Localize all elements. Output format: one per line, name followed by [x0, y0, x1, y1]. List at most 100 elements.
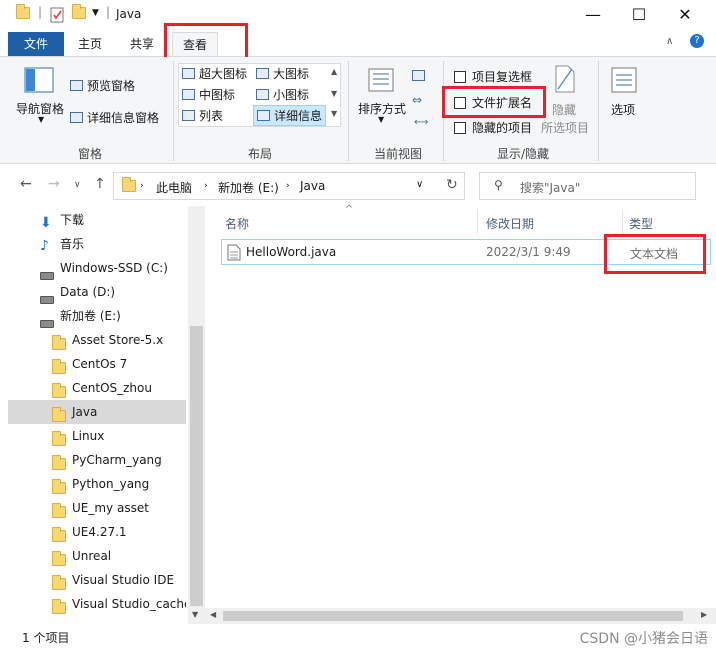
scrollbar-thumb[interactable]: [223, 611, 683, 621]
layout-label: 小图标: [273, 88, 310, 102]
layout-medium-icons[interactable]: 中图标: [182, 86, 235, 103]
checkbox[interactable]: [454, 122, 466, 134]
forward-arrow-icon[interactable]: →: [48, 176, 60, 192]
layout-label: 中图标: [199, 88, 236, 102]
item-checkboxes-toggle[interactable]: 项目复选框: [454, 68, 532, 85]
table-row[interactable]: HelloWord.java 2022/3/1 9:49 文本文档: [221, 239, 711, 265]
sidebar-item-label: Asset Store-5.x: [72, 333, 164, 347]
file-extensions-toggle[interactable]: 文件扩展名: [454, 94, 532, 111]
sidebar-item[interactable]: Visual Studio_cache: [8, 592, 186, 616]
music-icon: ♪: [40, 238, 49, 254]
tab-share[interactable]: 共享: [120, 32, 164, 56]
new-folder-icon[interactable]: [72, 4, 86, 23]
sidebar-item-label: Linux: [72, 429, 105, 443]
scroll-down-icon[interactable]: ▼: [331, 89, 337, 98]
sidebar-item[interactable]: UE_my asset: [8, 496, 186, 520]
hidden-items-toggle[interactable]: 隐藏的项目: [454, 119, 532, 136]
chevron-down-icon[interactable]: ▼: [378, 115, 384, 124]
properties-icon[interactable]: [50, 7, 64, 23]
title-bar: | ▼ | Java — ☐ ✕: [0, 0, 716, 30]
layout-details[interactable]: 详细信息: [253, 105, 327, 126]
preview-pane-button[interactable]: 预览窗格: [70, 77, 135, 94]
help-icon[interactable]: ?: [690, 34, 704, 48]
search-input[interactable]: ⚲ 搜索"Java": [479, 172, 696, 200]
content-scrollbar[interactable]: ◀ ▶: [205, 608, 716, 624]
address-dropdown-icon[interactable]: ∨: [416, 179, 423, 190]
layout-list[interactable]: 列表: [182, 107, 223, 124]
checkbox[interactable]: [454, 97, 466, 109]
add-columns-icon[interactable]: ⇔: [412, 93, 422, 107]
checkbox[interactable]: [454, 71, 466, 83]
sidebar-item[interactable]: Asset Store-5.x: [8, 328, 186, 352]
sidebar-item[interactable]: Data (D:): [8, 280, 186, 304]
group-by-icon[interactable]: [412, 69, 429, 83]
sidebar-item[interactable]: ⬇ 下载: [8, 208, 186, 232]
layout-small-icons[interactable]: 小图标: [256, 86, 309, 103]
chevron-right-icon[interactable]: ›: [286, 181, 290, 191]
chevron-down-icon[interactable]: ▼: [38, 115, 44, 124]
sidebar-item[interactable]: Visual Studio IDE: [8, 568, 186, 592]
sidebar-item[interactable]: Unreal: [8, 544, 186, 568]
column-header-type[interactable]: 类型: [629, 215, 653, 232]
sidebar-item[interactable]: Python_yang: [8, 472, 186, 496]
sidebar-item-label: Unreal: [72, 549, 112, 563]
maximize-button[interactable]: ☐: [616, 0, 662, 30]
sidebar-item[interactable]: UE4.27.1: [8, 520, 186, 544]
scroll-down-icon[interactable]: ▼: [192, 610, 198, 619]
hide-selected-button[interactable]: 隐藏: [552, 101, 576, 118]
scroll-up-icon[interactable]: ▲: [331, 67, 337, 76]
options-button[interactable]: 选项: [611, 101, 635, 118]
close-button[interactable]: ✕: [662, 0, 708, 30]
column-header-name[interactable]: 名称: [225, 215, 249, 232]
breadcrumb-drive-e[interactable]: 新加卷 (E:): [218, 179, 279, 196]
sidebar-item[interactable]: CentOs 7: [8, 352, 186, 376]
breadcrumb-java[interactable]: Java: [300, 179, 325, 193]
nav-scrollbar[interactable]: ▼: [188, 206, 205, 624]
sidebar-item[interactable]: PyCharm_yang: [8, 448, 186, 472]
separator: |: [38, 5, 43, 19]
sidebar-item[interactable]: Java: [8, 400, 186, 424]
customize-toolbar-icon[interactable]: ▼: [92, 8, 99, 18]
column-divider[interactable]: [622, 210, 623, 234]
chevron-right-icon[interactable]: ›: [204, 181, 208, 191]
text-file-icon: [227, 244, 241, 264]
breadcrumb-this-pc[interactable]: 此电脑: [156, 179, 192, 196]
recent-locations-icon[interactable]: ∨: [74, 180, 81, 190]
extra-large-icons-icon: [182, 68, 195, 79]
column-header-modified[interactable]: 修改日期: [486, 215, 534, 232]
sidebar-item[interactable]: Linux: [8, 424, 186, 448]
sidebar-item-label: 新加卷 (E:): [60, 309, 121, 323]
column-divider[interactable]: [477, 210, 478, 234]
scrollbar-thumb[interactable]: [190, 326, 203, 606]
hidden-items-label: 隐藏的项目: [472, 121, 533, 135]
tab-file[interactable]: 文件: [8, 32, 64, 56]
folder-icon: [52, 502, 66, 520]
chevron-right-icon[interactable]: ›: [140, 181, 144, 191]
scroll-left-icon[interactable]: ◀: [210, 610, 216, 619]
sidebar-item[interactable]: 新加卷 (E:): [8, 304, 186, 328]
refresh-icon[interactable]: ↻: [446, 177, 458, 193]
search-placeholder: 搜索"Java": [520, 181, 581, 195]
layout-extra-large-icons[interactable]: 超大图标: [182, 65, 247, 82]
sidebar-item[interactable]: CentOS_zhou: [8, 376, 186, 400]
up-arrow-icon[interactable]: ↑: [94, 176, 106, 192]
collapse-ribbon-icon[interactable]: ∧: [666, 36, 673, 47]
minimize-button[interactable]: —: [570, 0, 616, 30]
sidebar-item[interactable]: ♪ 音乐: [8, 232, 186, 256]
sidebar-item-label: Visual Studio IDE: [72, 573, 175, 587]
details-pane-button[interactable]: 详细信息窗格: [70, 109, 159, 126]
file-name: HelloWord.java: [246, 245, 337, 259]
scroll-right-icon[interactable]: ▶: [701, 610, 707, 619]
address-bar[interactable]: › 此电脑 › 新加卷 (E:) › Java ∨: [113, 172, 465, 200]
size-columns-icon[interactable]: ⟷: [414, 117, 428, 128]
folder-icon[interactable]: [16, 4, 30, 23]
folder-icon: [52, 334, 66, 352]
medium-icons-icon: [182, 89, 195, 100]
more-layouts-icon[interactable]: ▼: [331, 109, 337, 118]
back-arrow-icon[interactable]: ←: [20, 176, 32, 192]
item-count: 1 个项目: [22, 631, 70, 645]
layout-large-icons[interactable]: 大图标: [256, 65, 309, 82]
tab-home[interactable]: 主页: [68, 32, 112, 56]
tab-view[interactable]: 查看: [172, 32, 219, 56]
sidebar-item[interactable]: Windows-SSD (C:): [8, 256, 186, 280]
